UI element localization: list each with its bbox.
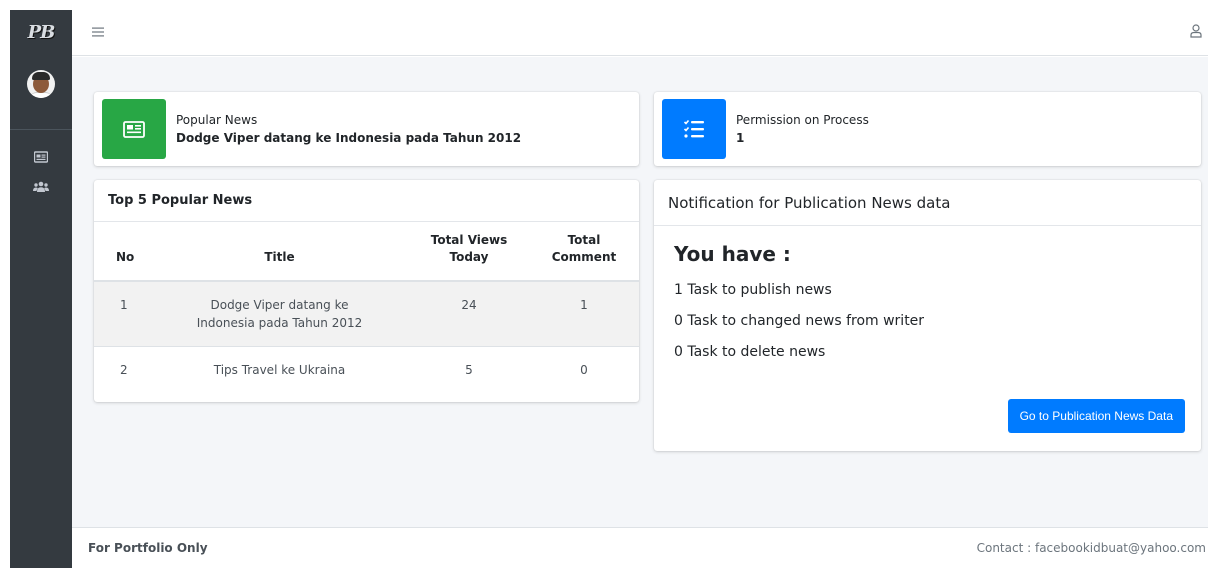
footer-contact: Contact : facebookidbuat@yahoo.com (976, 541, 1206, 555)
info-value: Dodge Viper datang ke Indonesia pada Tah… (176, 131, 522, 145)
top-navbar (72, 10, 1208, 56)
cell-title: Dodge Viper datang ke Indonesia pada Tah… (150, 281, 409, 347)
card-header: Notification for Publication News data (654, 180, 1201, 226)
info-value: 1 (736, 131, 745, 145)
cell-comments: 1 (529, 281, 639, 347)
hamburger-icon[interactable] (92, 22, 104, 42)
column-header-no: No (94, 222, 150, 282)
table-header-row: No Title Total Views Today Total Comment (94, 222, 639, 282)
task-item-changed: 0 Task to changed news from writer (674, 313, 925, 329)
cell-views: 5 (409, 346, 529, 393)
newspaper-icon (34, 151, 48, 163)
user-panel (10, 54, 72, 130)
card-title: Top 5 Popular News (108, 193, 253, 208)
card-title: Notification for Publication News data (668, 193, 951, 212)
table-row[interactable]: 1 Dodge Viper datang ke Indonesia pada T… (94, 281, 639, 347)
notification-heading: You have : (674, 242, 791, 266)
footer: For Portfolio Only Contact : facebookidb… (72, 527, 1208, 568)
popular-news-card: Top 5 Popular News No Title Total Views … (94, 180, 639, 402)
brand-logo[interactable]: PB (10, 10, 72, 54)
task-item-publish: 1 Task to publish news (674, 282, 832, 298)
popular-news-table: No Title Total Views Today Total Comment… (94, 222, 639, 393)
go-to-publication-button[interactable]: Go to Publication News Data (1007, 399, 1185, 433)
footer-text: For Portfolio Only (88, 541, 208, 555)
table-row[interactable]: 2 Tips Travel ke Ukraina 5 0 (94, 346, 639, 393)
task-item-delete: 0 Task to delete news (674, 344, 826, 360)
info-box-popular-news: Popular News Dodge Viper datang ke Indon… (94, 92, 639, 166)
card-header: Top 5 Popular News (94, 180, 639, 222)
info-box-permission: Permission on Process 1 (654, 92, 1201, 166)
cell-views: 24 (409, 281, 529, 347)
column-header-title: Title (150, 222, 409, 282)
cell-comments: 0 (529, 346, 639, 393)
avatar[interactable] (27, 70, 55, 98)
cell-title: Tips Travel ke Ukraina (150, 346, 409, 393)
user-icon[interactable] (1190, 23, 1202, 42)
info-label: Popular News (176, 113, 258, 127)
info-icon-popular-news (102, 99, 166, 159)
sidebar-item-users[interactable] (10, 172, 72, 202)
users-icon (33, 181, 49, 192)
notification-card: Notification for Publication News data Y… (654, 180, 1201, 451)
column-header-comments: Total Comment (529, 222, 639, 282)
newspaper-icon (123, 120, 145, 138)
sidebar: PB (10, 10, 72, 568)
task-list-icon (683, 119, 704, 138)
cell-no: 2 (94, 346, 150, 393)
cell-no: 1 (94, 281, 150, 347)
column-header-views: Total Views Today (409, 222, 529, 282)
sidebar-item-news[interactable] (10, 142, 72, 172)
info-icon-permission (662, 99, 726, 159)
main-content: Popular News Dodge Viper datang ke Indon… (72, 57, 1208, 527)
info-label: Permission on Process (736, 113, 869, 127)
